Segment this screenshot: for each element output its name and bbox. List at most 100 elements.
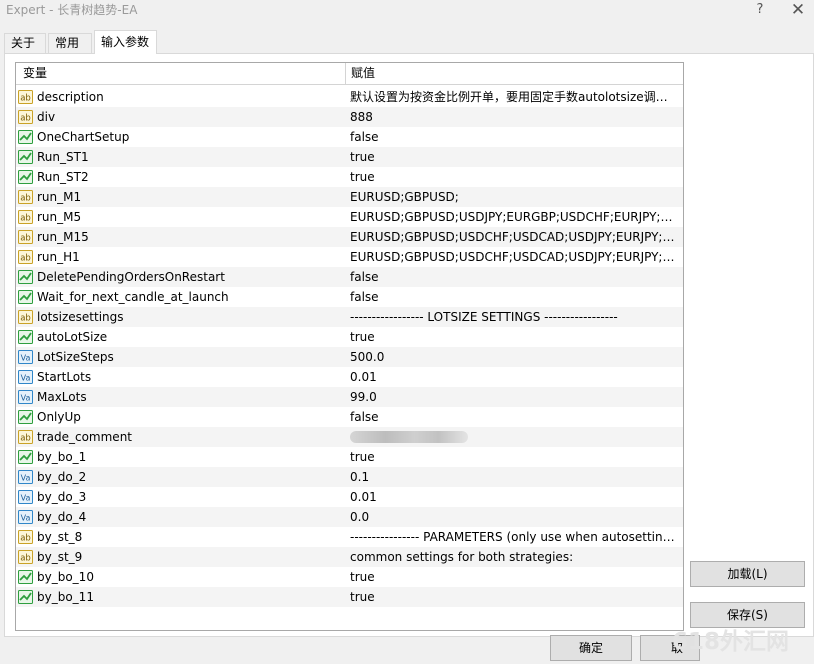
parameter-row[interactable]: ab description 默认设置为按资金比例开单，要用固定手数autolots… bbox=[16, 87, 683, 107]
parameter-row[interactable]: Run_ST1 true bbox=[16, 147, 683, 167]
bool-type-icon bbox=[18, 590, 33, 604]
parameter-name: OneChartSetup bbox=[37, 130, 130, 144]
parameter-value[interactable]: true bbox=[350, 147, 676, 167]
parameter-row[interactable]: by_bo_11 true bbox=[16, 587, 683, 607]
grid-header: 变量 赋值 bbox=[16, 63, 683, 85]
parameter-row[interactable]: Va by_do_3 0.01 bbox=[16, 487, 683, 507]
parameter-value[interactable]: 默认设置为按资金比例开单，要用固定手数autolotsize调为false bbox=[350, 87, 676, 107]
parameter-row[interactable]: ab run_M15 EURUSD;GBPUSD;USDCHF;USDCAD;USD… bbox=[16, 227, 683, 247]
parameter-row[interactable]: ab lotsizesettings ----------------- LOTSI… bbox=[16, 307, 683, 327]
parameter-name: by_st_8 bbox=[37, 530, 83, 544]
svg-text:Va: Va bbox=[21, 494, 31, 503]
string-type-icon: ab bbox=[18, 230, 33, 244]
parameter-value[interactable]: ----------------- LOTSIZE SETTINGS -----… bbox=[350, 307, 676, 327]
svg-text:Va: Va bbox=[21, 474, 31, 483]
bool-type-icon bbox=[18, 410, 33, 424]
string-type-icon: ab bbox=[18, 250, 33, 264]
number-type-icon: Va bbox=[18, 490, 33, 504]
tab-panel: 变量 赋值 ab description 默认设置为按资金比例开单，要用固定手数au… bbox=[4, 53, 814, 637]
ok-button[interactable]: 确定 bbox=[550, 635, 632, 661]
bool-type-icon bbox=[18, 170, 33, 184]
svg-text:Va: Va bbox=[21, 394, 31, 403]
parameter-name: run_M5 bbox=[37, 210, 82, 224]
parameter-row[interactable]: Va MaxLots 99.0 bbox=[16, 387, 683, 407]
parameter-row[interactable]: Run_ST2 true bbox=[16, 167, 683, 187]
parameter-name: trade_comment bbox=[37, 430, 133, 444]
bool-type-icon bbox=[18, 330, 33, 344]
load-button[interactable]: 加载(L) bbox=[690, 561, 805, 587]
parameter-row[interactable]: ab run_M1 EURUSD;GBPUSD; bbox=[16, 187, 683, 207]
svg-text:ab: ab bbox=[20, 314, 31, 324]
parameter-value[interactable]: EURUSD;GBPUSD;USDJPY;EURGBP;USDCHF;EURJP… bbox=[350, 207, 676, 227]
parameter-value[interactable]: false bbox=[350, 127, 676, 147]
column-header-value[interactable]: 赋值 bbox=[346, 63, 683, 84]
parameter-row[interactable]: Va LotSizeSteps 500.0 bbox=[16, 347, 683, 367]
parameter-row[interactable]: ab trade_comment bbox=[16, 427, 683, 447]
parameter-row[interactable]: ab run_M5 EURUSD;GBPUSD;USDJPY;EURGBP;USDC… bbox=[16, 207, 683, 227]
number-type-icon: Va bbox=[18, 390, 33, 404]
bool-type-icon bbox=[18, 150, 33, 164]
parameter-name: lotsizesettings bbox=[37, 310, 124, 324]
svg-text:ab: ab bbox=[20, 434, 31, 444]
title-bar: Expert - 长青树趋势-EA ? ✕ bbox=[0, 0, 814, 22]
tab-input-parameters[interactable]: 输入参数 bbox=[94, 30, 157, 54]
parameter-name: MaxLots bbox=[37, 390, 87, 404]
parameter-value[interactable] bbox=[350, 427, 676, 447]
parameter-row[interactable]: OneChartSetup false bbox=[16, 127, 683, 147]
string-type-icon: ab bbox=[18, 430, 33, 444]
svg-text:ab: ab bbox=[20, 114, 31, 124]
svg-text:ab: ab bbox=[20, 534, 31, 544]
parameter-row[interactable]: by_bo_1 true bbox=[16, 447, 683, 467]
parameter-row[interactable]: Va by_do_4 0.0 bbox=[16, 507, 683, 527]
parameter-name: run_H1 bbox=[37, 250, 80, 264]
parameter-value[interactable]: false bbox=[350, 407, 676, 427]
parameter-row[interactable]: ab run_H1 EURUSD;GBPUSD;USDCHF;USDCAD;USDJ… bbox=[16, 247, 683, 267]
parameter-row[interactable]: by_bo_10 true bbox=[16, 567, 683, 587]
parameter-name: by_do_4 bbox=[37, 510, 87, 524]
svg-text:ab: ab bbox=[20, 214, 31, 224]
parameter-row[interactable]: DeletePendingOrdersOnRestart false bbox=[16, 267, 683, 287]
parameter-value[interactable]: EURUSD;GBPUSD; bbox=[350, 187, 676, 207]
bool-type-icon bbox=[18, 570, 33, 584]
parameter-value[interactable]: false bbox=[350, 267, 676, 287]
parameter-row[interactable]: ab by_st_8 ---------------- PARAMETERS (on… bbox=[16, 527, 683, 547]
parameter-value[interactable]: 0.01 bbox=[350, 367, 676, 387]
tab-about[interactable]: 关于 bbox=[4, 33, 46, 54]
parameter-value[interactable]: EURUSD;GBPUSD;USDCHF;USDCAD;USDJPY;EURJP… bbox=[350, 247, 676, 267]
parameter-row[interactable]: OnlyUp false bbox=[16, 407, 683, 427]
parameter-row[interactable]: ab div 888 bbox=[16, 107, 683, 127]
parameter-value[interactable]: true bbox=[350, 327, 676, 347]
parameter-value[interactable]: 0.0 bbox=[350, 507, 676, 527]
parameter-row[interactable]: Wait_for_next_candle_at_launch false bbox=[16, 287, 683, 307]
watermark: 618外汇网 bbox=[672, 629, 790, 655]
parameter-value[interactable]: 0.1 bbox=[350, 467, 676, 487]
parameter-value[interactable]: true bbox=[350, 447, 676, 467]
bool-type-icon bbox=[18, 130, 33, 144]
help-button[interactable]: ? bbox=[748, 0, 772, 20]
string-type-icon: ab bbox=[18, 190, 33, 204]
parameter-row[interactable]: Va StartLots 0.01 bbox=[16, 367, 683, 387]
parameter-value[interactable]: true bbox=[350, 587, 676, 607]
parameter-value[interactable]: 99.0 bbox=[350, 387, 676, 407]
number-type-icon: Va bbox=[18, 470, 33, 484]
parameter-name: by_do_3 bbox=[37, 490, 87, 504]
close-button[interactable]: ✕ bbox=[786, 0, 810, 20]
parameter-row[interactable]: Va by_do_2 0.1 bbox=[16, 467, 683, 487]
parameter-value[interactable]: true bbox=[350, 167, 676, 187]
parameter-value[interactable]: 500.0 bbox=[350, 347, 676, 367]
parameter-value[interactable]: true bbox=[350, 567, 676, 587]
column-header-variable[interactable]: 变量 bbox=[16, 63, 346, 84]
parameter-value[interactable]: ---------------- PARAMETERS (only use wh… bbox=[350, 527, 676, 547]
parameter-value[interactable]: 0.01 bbox=[350, 487, 676, 507]
parameter-row[interactable]: autoLotSize true bbox=[16, 327, 683, 347]
parameter-value[interactable]: EURUSD;GBPUSD;USDCHF;USDCAD;USDJPY;EURJP… bbox=[350, 227, 676, 247]
parameter-row[interactable]: ab by_st_9 common settings for both strate… bbox=[16, 547, 683, 567]
string-type-icon: ab bbox=[18, 90, 33, 104]
parameter-value[interactable]: common settings for both strategies: bbox=[350, 547, 676, 567]
tab-common[interactable]: 常用 bbox=[48, 33, 92, 54]
parameter-value[interactable]: 888 bbox=[350, 107, 676, 127]
svg-text:ab: ab bbox=[20, 194, 31, 204]
string-type-icon: ab bbox=[18, 550, 33, 564]
parameter-value[interactable]: false bbox=[350, 287, 676, 307]
string-type-icon: ab bbox=[18, 310, 33, 324]
